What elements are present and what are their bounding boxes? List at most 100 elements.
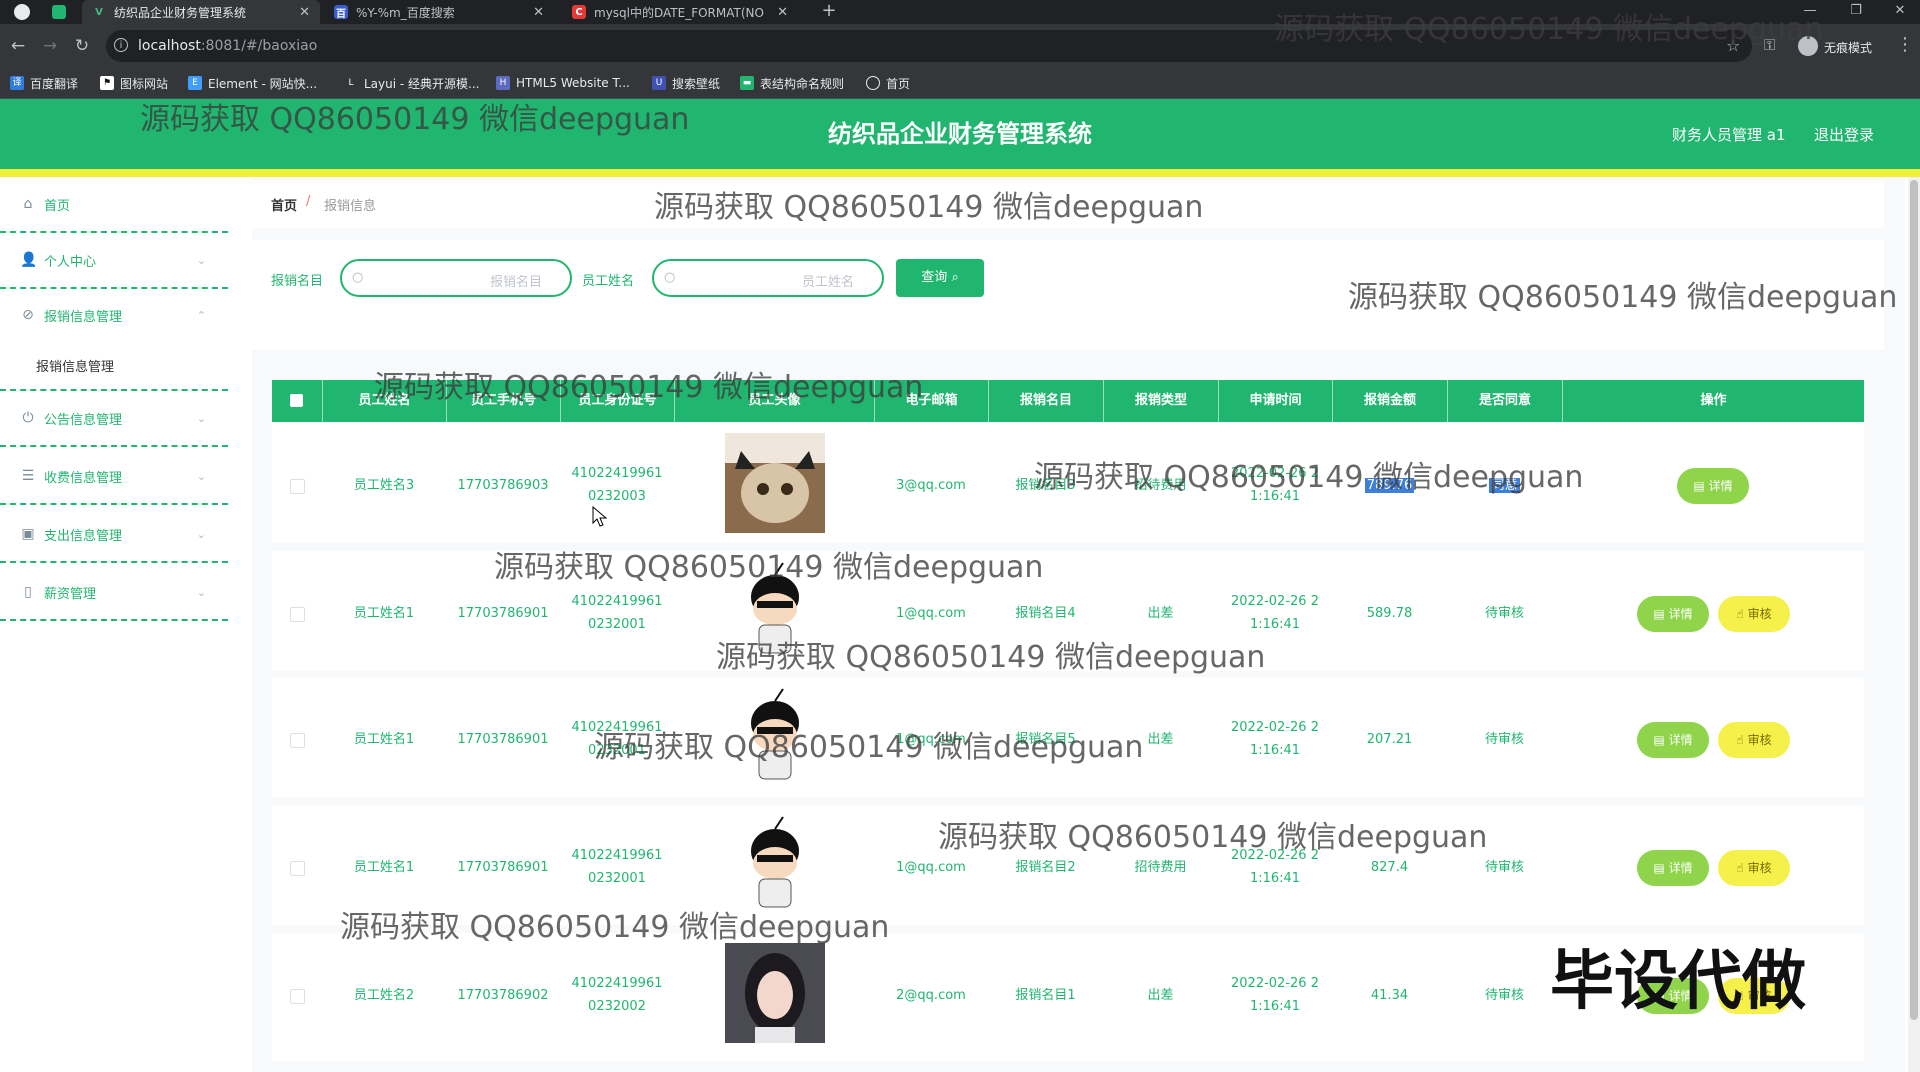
close-tab-icon[interactable]: ✕	[777, 5, 788, 20]
row-checkbox[interactable]	[290, 607, 305, 622]
search-name-label: 员工姓名	[582, 274, 635, 289]
scrollbar-thumb[interactable]	[1910, 180, 1918, 1020]
audit-button[interactable]: ☝ 审核	[1718, 596, 1790, 632]
bookmark-item[interactable]: H HTML5 Website T...	[496, 72, 630, 94]
back-icon[interactable]: ←	[6, 34, 30, 58]
cell-time-line2: 1:16:41	[1249, 999, 1301, 1014]
chevron-down-icon: ⌄	[196, 469, 206, 483]
cell-amount: 789.76	[1332, 474, 1447, 497]
home-icon: ⌂	[23, 196, 33, 212]
url-host: localhost	[138, 38, 201, 54]
close-tab-icon[interactable]: ✕	[299, 5, 310, 20]
cell-time: 2022-02-26 2 1:16:41	[1218, 844, 1332, 890]
tab-mysql-date-format[interactable]: C mysql中的DATE_FORMAT(NO ✕	[562, 0, 798, 24]
detail-button[interactable]: ▤ 详情	[1677, 468, 1749, 504]
sidebar-item-label: 个人中心	[44, 254, 97, 270]
column-header: 员工姓名	[322, 380, 446, 422]
bookmark-item[interactable]: ⚑ 图标网站	[100, 72, 168, 94]
cell-idcard-line1: 41022419961	[571, 848, 663, 863]
incognito-icon[interactable]	[1798, 36, 1818, 56]
search-name-input[interactable]: ○ 员工姓名	[652, 259, 884, 297]
browser-more-icon[interactable]: ⋮	[1896, 34, 1914, 55]
audit-button[interactable]: ☝ 审核	[1718, 850, 1790, 886]
key-icon[interactable]: ⚿	[1764, 36, 1775, 54]
detail-icon: ▤	[1693, 479, 1705, 493]
cell-time-line1: 2022-02-26 2	[1231, 976, 1319, 991]
column-header: 电子邮箱	[874, 380, 988, 422]
search-item-input[interactable]: ○ 报销名目	[340, 259, 572, 297]
pinned-tab-icon[interactable]	[52, 5, 66, 19]
sidebar-item-profile[interactable]: 👤 个人中心 ⌄	[0, 233, 228, 289]
sidebar-item-label: 薪资管理	[44, 586, 97, 602]
search-icon: ○	[664, 270, 676, 285]
tab-finance-system[interactable]: V 纺织品企业财务管理系统 ✕	[82, 0, 320, 24]
restore-button[interactable]: ❐	[1838, 0, 1874, 24]
detail-button[interactable]: ▤ 详情	[1637, 850, 1709, 886]
site-info-icon[interactable]: i	[114, 38, 128, 52]
bookmark-item[interactable]: 首页	[866, 72, 910, 94]
detail-button[interactable]: ▤ 详情	[1637, 722, 1709, 758]
cell-time-line1: 2022-02-26 2	[1231, 720, 1319, 735]
query-button[interactable]: 查询 ⌕	[896, 259, 984, 297]
cell-time-line1: 2022-02-26 2	[1231, 594, 1319, 609]
sidebar-item-notice[interactable]: ⏻ 公告信息管理 ⌄	[0, 391, 228, 447]
cell-phone: 17703786901	[457, 606, 549, 621]
row-checkbox[interactable]	[290, 733, 305, 748]
cell-status: 待审核	[1484, 860, 1524, 875]
cell-email: 1@qq.com	[896, 606, 966, 621]
cell-status: 待审核	[1484, 988, 1524, 1003]
browser-menu-icon[interactable]	[14, 4, 30, 20]
bookmark-star-icon[interactable]: ☆	[1726, 36, 1740, 55]
avatar	[725, 815, 825, 915]
sidebar-item-salary[interactable]: ▯ 薪资管理 ⌄	[0, 565, 228, 621]
address-bar[interactable]	[106, 30, 1752, 62]
minimize-button[interactable]: —	[1792, 0, 1828, 24]
column-header: 报销金额	[1332, 380, 1447, 422]
bookmark-item[interactable]: L Layui - 经典开源模...	[344, 72, 479, 94]
row-checkbox[interactable]	[290, 989, 305, 1004]
sidebar-item-home[interactable]: ⌂ 首页	[0, 177, 228, 233]
column-header: 员工身份证号	[560, 380, 674, 422]
bookmark-item[interactable]: E Element - 网站快...	[188, 72, 317, 94]
cat-avatar-image	[725, 433, 825, 533]
sidebar-item-expenses[interactable]: ▣ 支出信息管理 ⌄	[0, 507, 228, 563]
detail-icon: ▤	[1653, 733, 1665, 747]
sidebar-item-charges[interactable]: ☰ 收费信息管理 ⌄	[0, 449, 228, 505]
search-icon: ○	[352, 270, 364, 285]
logout-link[interactable]: 退出登录	[1814, 124, 1874, 145]
cell-idcard-line2: 0232001	[588, 743, 646, 758]
cell-phone: 17703786901	[457, 860, 549, 875]
bookmark-item[interactable]: 译百度翻译	[10, 72, 78, 94]
chevron-down-icon: ⌄	[196, 411, 206, 425]
sidebar-subitem-reimbursement[interactable]: 报销信息管理	[0, 343, 228, 389]
audit-button[interactable]: ☝ 审核	[1718, 722, 1790, 758]
baidu-icon: 百	[334, 5, 348, 20]
close-window-button[interactable]: ✕	[1882, 0, 1918, 24]
cell-status: 待审核	[1484, 732, 1524, 747]
row-checkbox[interactable]	[290, 479, 305, 494]
breadcrumb-separator: /	[306, 194, 311, 209]
bookmark-item[interactable]: U 搜索壁纸	[652, 72, 720, 94]
column-header: 申请时间	[1218, 380, 1332, 422]
cell-status: 同意	[1447, 474, 1562, 497]
search-name-placeholder: 员工姓名	[801, 275, 854, 290]
select-all-checkbox[interactable]	[290, 394, 303, 407]
bookmark-item[interactable]: ▬ 表结构命名规则	[740, 72, 844, 94]
reload-icon[interactable]: ↻	[70, 34, 94, 58]
translate-icon: 译	[10, 76, 24, 90]
chevron-up-icon: ⌃	[196, 308, 206, 322]
row-checkbox[interactable]	[290, 861, 305, 876]
sidebar-item-reimbursement[interactable]: ⊘ 报销信息管理 ⌃	[0, 287, 228, 343]
mouse-cursor-icon	[592, 505, 608, 532]
tab-baidu-search[interactable]: 百 %Y-%m_百度搜索 ✕	[324, 0, 554, 24]
briefcase-icon: ▣	[21, 526, 35, 542]
flag-icon: ⚑	[100, 76, 114, 90]
close-tab-icon[interactable]: ✕	[533, 5, 544, 20]
url-text[interactable]: localhost:8081/#/baoxiao	[138, 38, 317, 54]
breadcrumb-home[interactable]: 首页	[271, 195, 297, 214]
new-tab-button[interactable]: +	[818, 0, 840, 24]
cell-phone: 17703786903	[457, 478, 549, 493]
detail-button[interactable]: ▤ 详情	[1637, 596, 1709, 632]
forward-icon[interactable]: →	[38, 34, 62, 58]
url-path: :8081/#/baoxiao	[200, 38, 318, 54]
